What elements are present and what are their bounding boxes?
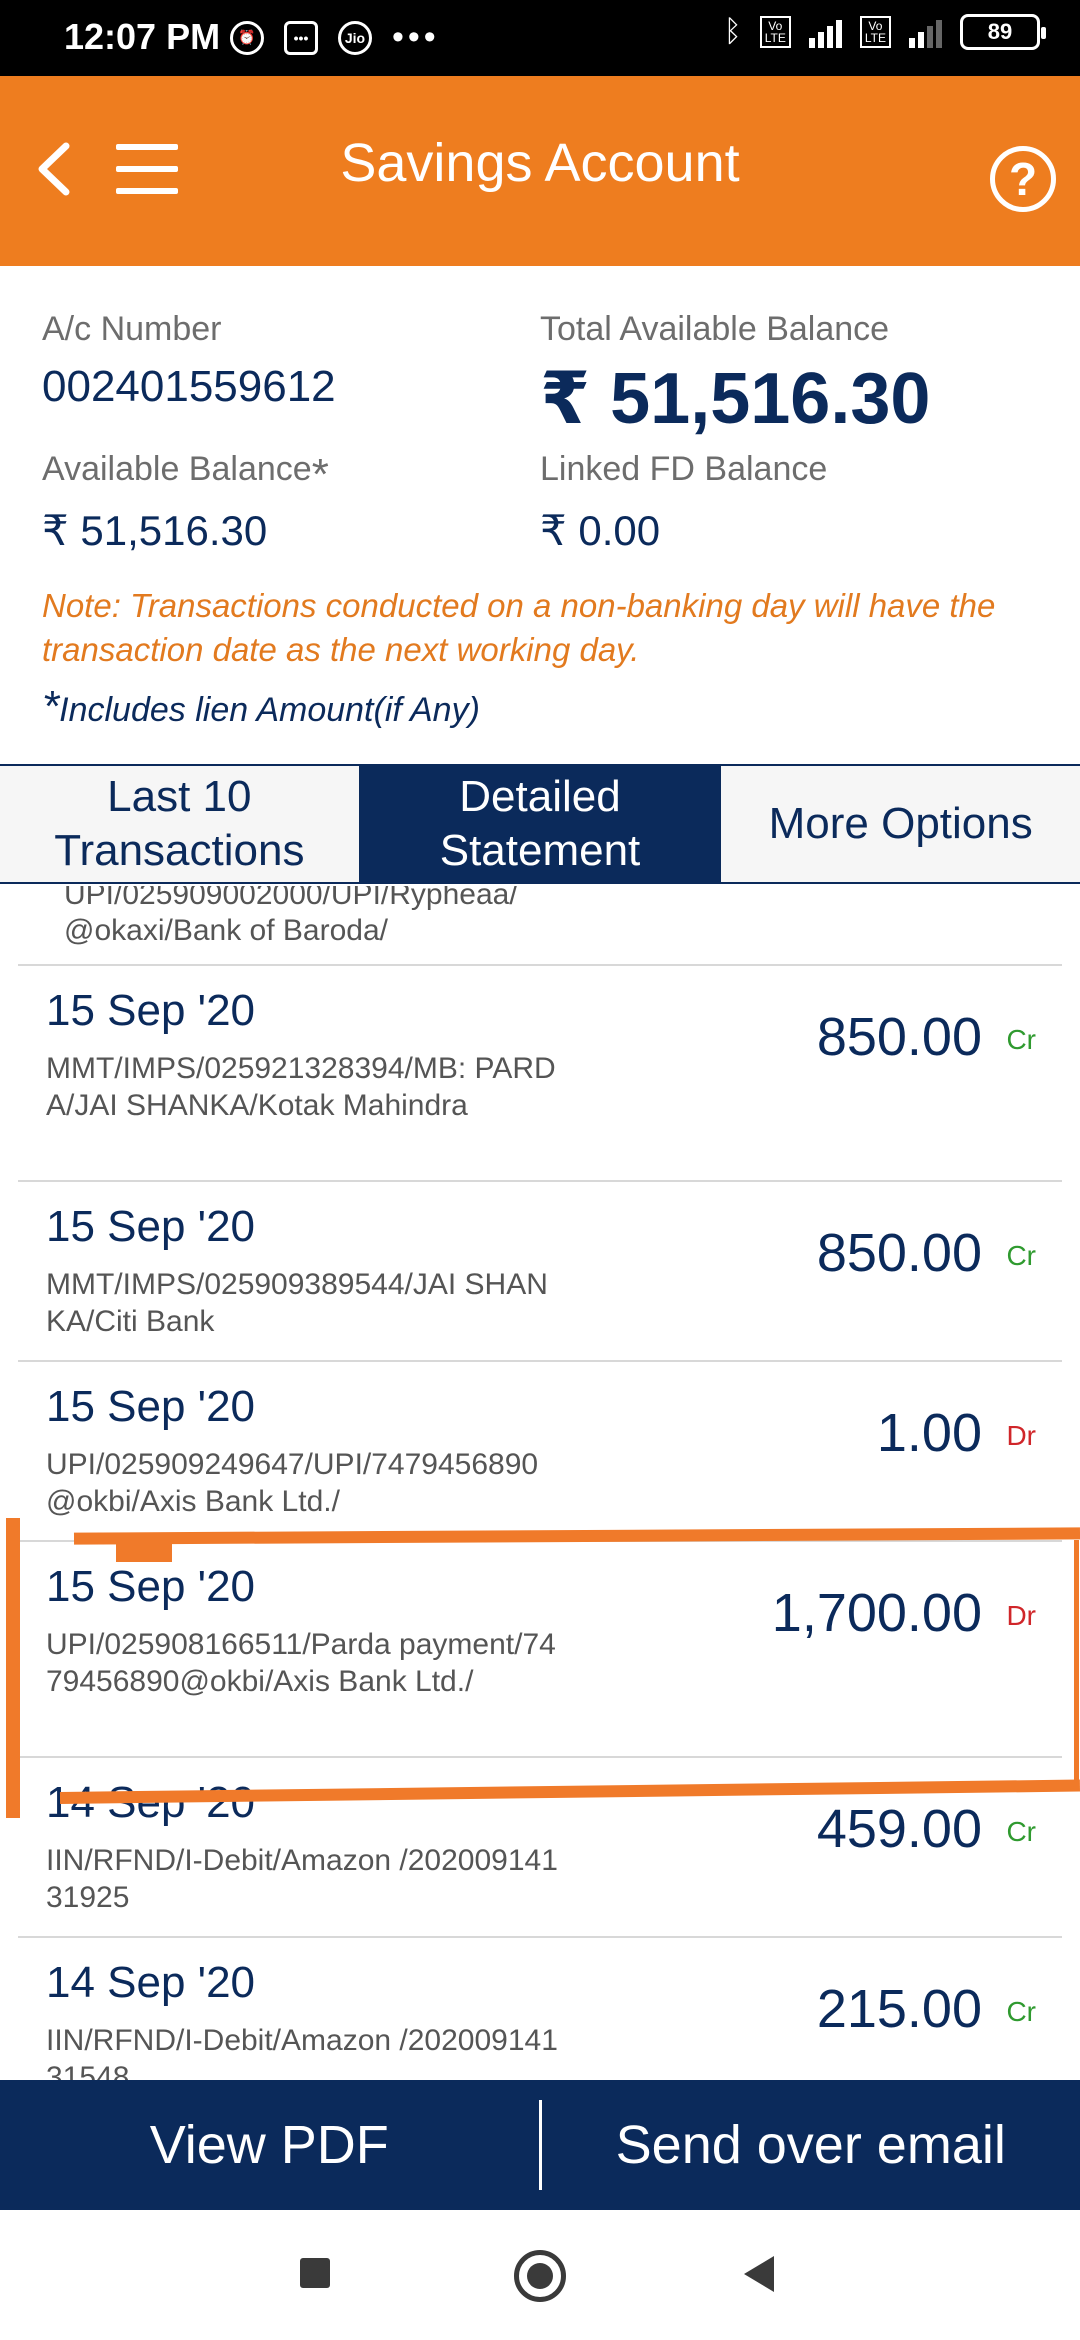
transaction-amount: 850.00 <box>816 1223 982 1283</box>
notification-icons: ⏰ ••• Jio ••• <box>230 18 440 57</box>
message-icon: ••• <box>284 20 318 55</box>
table-row[interactable]: 14 Sep '20 IIN/RFND/I-Debit/Amazon /2020… <box>18 1938 1062 2080</box>
more-dots-icon: ••• <box>392 18 440 56</box>
transaction-type: Cr <box>1006 1996 1036 2027</box>
table-row[interactable]: UPI/025909002000/UPI/Rypheaa/ @okaxi/Ban… <box>18 886 1062 966</box>
system-icons: ᛒ Vo LTE Vo LTE 89 <box>723 14 1046 50</box>
transaction-date: 15 Sep '20 <box>46 1562 256 1611</box>
signal-icon <box>808 16 842 48</box>
acno-value: 002401559612 <box>42 362 336 411</box>
transaction-description: IIN/RFND/I-Debit/Amazon /20200914131925 <box>46 1844 558 1914</box>
help-icon[interactable]: ? <box>990 146 1056 212</box>
available-balance-value: ₹ 51,516.30 <box>42 507 268 554</box>
transaction-amount: 459.00 <box>816 1799 982 1859</box>
page-title: Savings Account <box>340 133 740 193</box>
transaction-amount: 215.00 <box>816 1979 982 2039</box>
transaction-list[interactable]: UPI/025909002000/UPI/Rypheaa/ @okaxi/Ban… <box>0 886 1080 2080</box>
status-time: 12:07 PM <box>64 16 221 57</box>
tab-last-10-transactions[interactable]: Last 10 Transactions <box>0 766 361 882</box>
non-banking-day-note: Note: Transactions conducted on a non-ba… <box>42 587 996 668</box>
volte-icon-2: Vo LTE <box>859 16 891 48</box>
total-balance-value: ₹ 51,516.30 <box>540 359 931 439</box>
bluetooth-icon: ᛒ <box>723 15 742 48</box>
table-row[interactable]: 15 Sep '20 UPI/025908166511/Parda paymen… <box>18 1542 1062 1758</box>
nav-back-icon[interactable] <box>744 2256 774 2292</box>
app-header: Savings Account ? <box>0 76 1080 266</box>
battery-icon: 89 <box>960 14 1046 50</box>
statement-tabs: Last 10 Transactions Detailed Statement … <box>0 764 1080 884</box>
transaction-description: @okaxi/Bank of Baroda/ <box>64 914 388 947</box>
tab-detailed-statement[interactable]: Detailed Statement <box>360 766 722 882</box>
available-balance-label: Available Balance* <box>42 450 329 499</box>
total-balance-label: Total Available Balance <box>540 310 890 348</box>
transaction-amount: 1.00 <box>876 1403 982 1463</box>
send-email-button[interactable]: Send over email <box>542 2080 1080 2210</box>
transaction-description: MMT/IMPS/025909389544/JAI SHANKA/Citi Ba… <box>46 1268 548 1338</box>
alarm-icon: ⏰ <box>230 20 264 55</box>
table-row[interactable]: 15 Sep '20 MMT/IMPS/025921328394/MB: PAR… <box>18 966 1062 1182</box>
table-row[interactable]: 15 Sep '20 UPI/025909249647/UPI/74794568… <box>18 1362 1062 1542</box>
fd-balance-value: ₹ 0.00 <box>540 507 661 554</box>
transaction-amount: 850.00 <box>816 1007 982 1067</box>
transaction-date: 15 Sep '20 <box>46 1382 256 1431</box>
fd-balance-label: Linked FD Balance <box>540 450 828 488</box>
highlight-stroke-right <box>1074 1540 1079 1780</box>
transaction-description: MMT/IMPS/025921328394/MB: PARDA/JAI SHAN… <box>46 1052 556 1122</box>
battery-level: 89 <box>987 19 1013 44</box>
transaction-date: 14 Sep '20 <box>46 1958 256 2007</box>
transaction-description: IIN/RFND/I-Debit/Amazon /20200914131548 <box>46 2024 558 2080</box>
recents-icon[interactable] <box>300 2258 330 2288</box>
transaction-description: UPI/025909002000/UPI/Rypheaa/ <box>64 886 518 911</box>
highlight-stroke-tick <box>116 1540 172 1562</box>
status-bar: 12:07 PM ⏰ ••• Jio ••• ᛒ Vo LTE Vo LTE 89 <box>0 0 1080 76</box>
transaction-type: Cr <box>1006 1240 1036 1271</box>
system-nav-bar <box>0 2210 1080 2340</box>
highlight-stroke-left <box>6 1518 20 1818</box>
tab-more-options[interactable]: More Options <box>721 766 1080 882</box>
jio-icon: Jio <box>338 20 372 55</box>
table-row[interactable]: 15 Sep '20 MMT/IMPS/025909389544/JAI SHA… <box>18 1182 1062 1362</box>
signal-icon-2 <box>909 16 942 48</box>
acno-label: A/c Number <box>42 310 222 348</box>
volte-icon: Vo LTE <box>759 16 791 48</box>
view-pdf-button[interactable]: View PDF <box>0 2080 539 2210</box>
transaction-type: Cr <box>1006 1024 1036 1055</box>
transaction-type: Cr <box>1006 1816 1036 1847</box>
transaction-type: Dr <box>1006 1420 1036 1451</box>
home-icon[interactable] <box>514 2250 566 2302</box>
transaction-description: UPI/025909249647/UPI/7479456890@okbi/Axi… <box>46 1448 539 1518</box>
transaction-date: 15 Sep '20 <box>46 986 256 1035</box>
transaction-description: UPI/025908166511/Parda payment/747945689… <box>46 1628 556 1698</box>
transaction-date: 15 Sep '20 <box>46 1202 256 1251</box>
lien-note: *Includes lien Amount(if Any) <box>42 682 480 731</box>
transaction-amount: 1,700.00 <box>771 1583 982 1643</box>
transaction-type: Dr <box>1006 1600 1036 1631</box>
bottom-action-bar: View PDF Send over email <box>0 2080 1080 2210</box>
